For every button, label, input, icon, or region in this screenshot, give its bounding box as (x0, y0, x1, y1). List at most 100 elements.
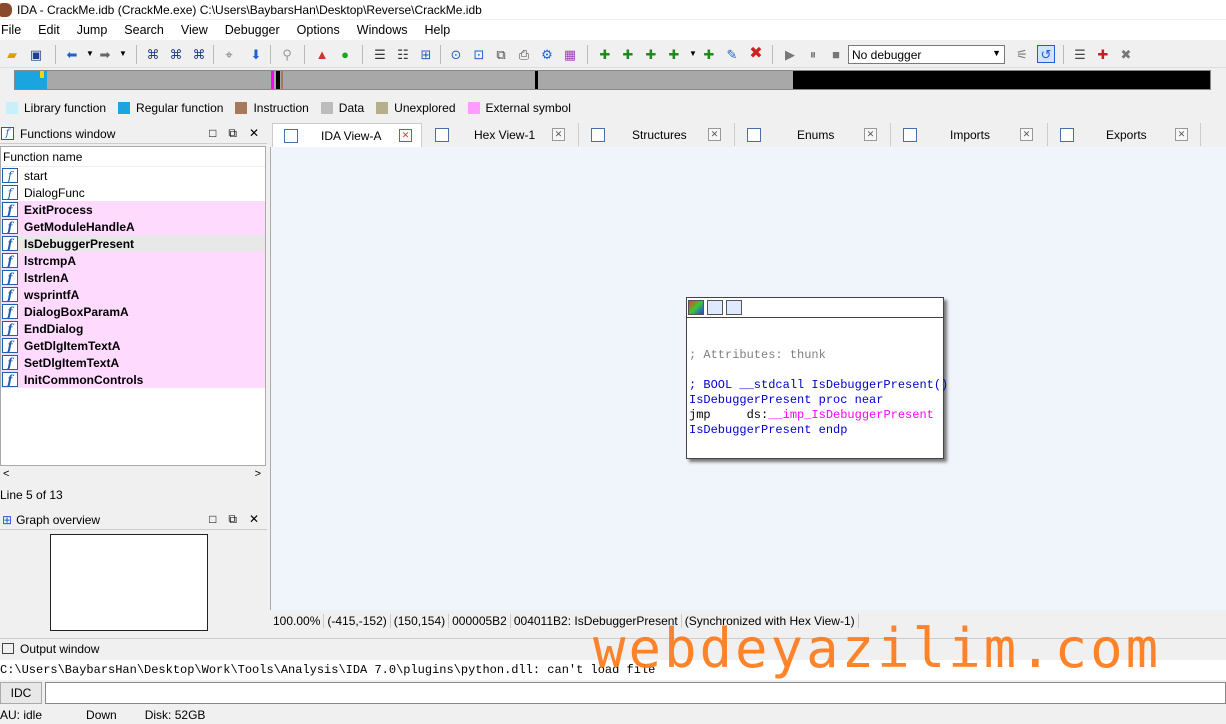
navigation-band[interactable] (14, 70, 1211, 90)
code-endp-line: IsDebuggerPresent endp (689, 423, 848, 437)
function-row-isdebuggerpresent[interactable]: f IsDebuggerPresent (1, 235, 265, 252)
function-row-start[interactable]: f start (1, 167, 265, 184)
function-row-setdlgitemtexta[interactable]: f SetDlgItemTextA (1, 354, 265, 371)
tab-ida-view-a[interactable]: IDA View-A ✕ (272, 123, 422, 147)
idc-command-input[interactable] (45, 682, 1226, 704)
idc-language-button[interactable]: IDC (0, 682, 42, 704)
close-icon[interactable]: ✕ (1020, 128, 1033, 141)
cross-ref-icon[interactable]: ⚲ (278, 45, 296, 63)
add-struct-icon[interactable]: ✚ (665, 45, 683, 63)
function-row-getdlgitemtexta[interactable]: f GetDlgItemTextA (1, 337, 265, 354)
menu-debugger[interactable]: Debugger (225, 23, 287, 37)
column-header-function-name[interactable]: Function name (1, 147, 265, 167)
close-icon[interactable]: ✕ (708, 128, 721, 141)
node-color-icon[interactable] (688, 300, 704, 315)
color-palette-icon[interactable]: ▦ (561, 45, 579, 63)
stop-icon[interactable]: ■ (827, 45, 845, 63)
play-icon[interactable]: ▶ (781, 45, 799, 63)
warning-triangle-icon[interactable]: ▲ (313, 45, 331, 63)
function-row-lstrlena[interactable]: f lstrlenA (1, 269, 265, 286)
restore-icon[interactable]: □ (209, 126, 216, 141)
code-jmp-target[interactable]: __imp_IsDebuggerPresent (768, 408, 934, 422)
function-row-dialogfunc[interactable]: f DialogFunc (1, 184, 265, 201)
tab-structures[interactable]: Structures ✕ (580, 123, 735, 146)
functions-window-header: f Functions window □ ⧉ ✕ (0, 124, 267, 144)
forward-dropdown-icon[interactable]: ▼ (114, 45, 132, 63)
jump-icon[interactable]: ⌖ (220, 45, 238, 63)
delete-x-icon[interactable]: ✖ (747, 45, 765, 63)
ida-view-graph[interactable]: ; Attributes: thunk ; BOOL __stdcall IsD… (270, 147, 1226, 610)
search-text-icon[interactable]: ⌘ (167, 45, 185, 63)
green-circle-icon[interactable]: ● (336, 45, 354, 63)
functions-list[interactable]: Function name f start f DialogFunc f ExitPr… (0, 146, 266, 466)
tab-hex-view-1[interactable]: Hex View-1 ✕ (424, 123, 579, 146)
down-arrow-icon[interactable]: ⬇ (247, 45, 265, 63)
add-data-icon[interactable]: ✚ (619, 45, 637, 63)
print-icon[interactable]: ⎙ (515, 45, 533, 63)
node-group-icon[interactable] (726, 300, 742, 315)
breakpoint-icon[interactable]: ✚ (1094, 45, 1112, 63)
add-enum-icon[interactable]: ✚ (700, 45, 718, 63)
open-folder-icon[interactable]: ▰ (3, 45, 21, 63)
node-rename-icon[interactable] (707, 300, 723, 315)
close-icon[interactable]: ✕ (249, 126, 259, 141)
menu-windows[interactable]: Windows (357, 23, 415, 37)
debugger-select[interactable]: No debugger ▼ (848, 45, 1005, 64)
menu-edit[interactable]: Edit (38, 23, 67, 37)
close-icon[interactable]: ✕ (1175, 128, 1188, 141)
float-icon[interactable]: ⧉ (228, 512, 237, 527)
menu-search[interactable]: Search (124, 23, 171, 37)
add-code-icon[interactable]: ✚ (596, 45, 614, 63)
menu-view[interactable]: View (181, 23, 215, 37)
save-icon[interactable]: ▣ (27, 45, 45, 63)
forward-arrow-icon[interactable]: ➡ (96, 45, 114, 63)
fit-window-icon[interactable]: ⊡ (470, 45, 488, 63)
menu-help[interactable]: Help (424, 23, 457, 37)
restore-icon[interactable]: □ (209, 512, 216, 527)
layout-icon[interactable]: ⧉ (492, 45, 510, 63)
debugger-options-icon[interactable]: ⚟ (1013, 45, 1031, 63)
back-arrow-icon[interactable]: ⬅ (63, 45, 81, 63)
function-icon: f (2, 253, 18, 268)
text-view-icon[interactable]: ☰ (371, 45, 389, 63)
clear-breakpoint-icon[interactable]: ✖ (1117, 45, 1135, 63)
close-icon[interactable]: ✕ (249, 512, 259, 527)
nav-segment-marker-2 (535, 71, 538, 89)
close-icon[interactable]: ✕ (399, 129, 412, 142)
scroll-left-icon[interactable]: < (3, 468, 9, 480)
graph-overview-canvas[interactable] (50, 534, 208, 631)
search-binary-icon[interactable]: ⌘ (190, 45, 208, 63)
function-row-lstrcmpa[interactable]: f lstrcmpA (1, 252, 265, 269)
menu-file[interactable]: File (1, 23, 28, 37)
edit-function-icon[interactable]: ✎ (723, 45, 741, 63)
horizontal-scrollbar[interactable]: < > (0, 467, 266, 483)
graph-node-isdebuggerpresent[interactable]: ; Attributes: thunk ; BOOL __stdcall IsD… (686, 297, 948, 459)
close-icon[interactable]: ✕ (552, 128, 565, 141)
breakpoints-list-icon[interactable]: ☰ (1071, 45, 1089, 63)
function-row-enddialog[interactable]: f EndDialog (1, 320, 265, 337)
add-string-icon[interactable]: ✚ (642, 45, 660, 63)
close-icon[interactable]: ✕ (864, 128, 877, 141)
zoom-icon[interactable]: ⊙ (447, 45, 465, 63)
function-row-wsprintfa[interactable]: f wsprintfA (1, 286, 265, 303)
proximity-icon[interactable]: ☷ (394, 45, 412, 63)
attach-process-icon[interactable]: ↺ (1037, 45, 1055, 63)
graph-icon[interactable]: ⊞ (417, 45, 435, 63)
tab-exports[interactable]: Exports ✕ (1049, 123, 1201, 146)
function-row-getmodulehandlea[interactable]: f GetModuleHandleA (1, 218, 265, 235)
tab-enums[interactable]: Enums ✕ (736, 123, 891, 146)
float-icon[interactable]: ⧉ (228, 126, 237, 141)
menu-options[interactable]: Options (297, 23, 347, 37)
function-row-dialogboxparama[interactable]: f DialogBoxParamA (1, 303, 265, 320)
function-row-initcommoncontrols[interactable]: f InitCommonControls (1, 371, 265, 388)
function-row-exitprocess[interactable]: f ExitProcess (1, 201, 265, 218)
settings-gear-icon[interactable]: ⚙ (538, 45, 556, 63)
menu-jump[interactable]: Jump (77, 23, 115, 37)
graph-overview-icon: ⊞ (2, 512, 13, 527)
binoculars-icon[interactable]: ⌘ (144, 45, 162, 63)
nav-segment-unexplored (793, 71, 1210, 89)
tab-imports[interactable]: Imports ✕ (892, 123, 1048, 146)
scroll-right-icon[interactable]: > (255, 468, 261, 480)
pause-icon[interactable]: ⏸ (804, 45, 822, 63)
toolbar: ▰ ▣ ⬅ ▼ ➡ ▼ ⌘ ⌘ ⌘ ⌖ ⬇ ⚲ ▲ ● ☰ ☷ ⊞ ⊙ ⊡ ⧉ … (0, 41, 1226, 68)
